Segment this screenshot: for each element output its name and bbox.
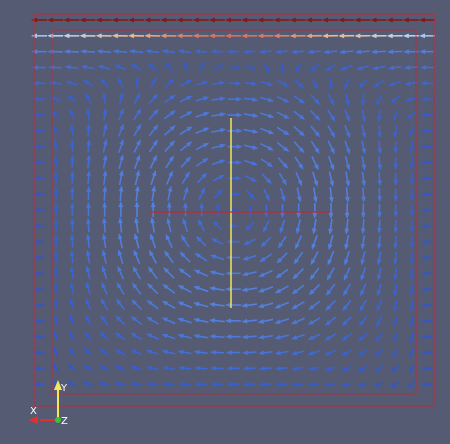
y-axis-label: Y: [60, 383, 68, 394]
x-axis-label: X: [30, 406, 37, 417]
render-canvas[interactable]: X Y Z: [0, 0, 450, 444]
z-axis-label: Z: [61, 416, 68, 427]
render-viewport[interactable]: X Y Z: [0, 0, 450, 444]
